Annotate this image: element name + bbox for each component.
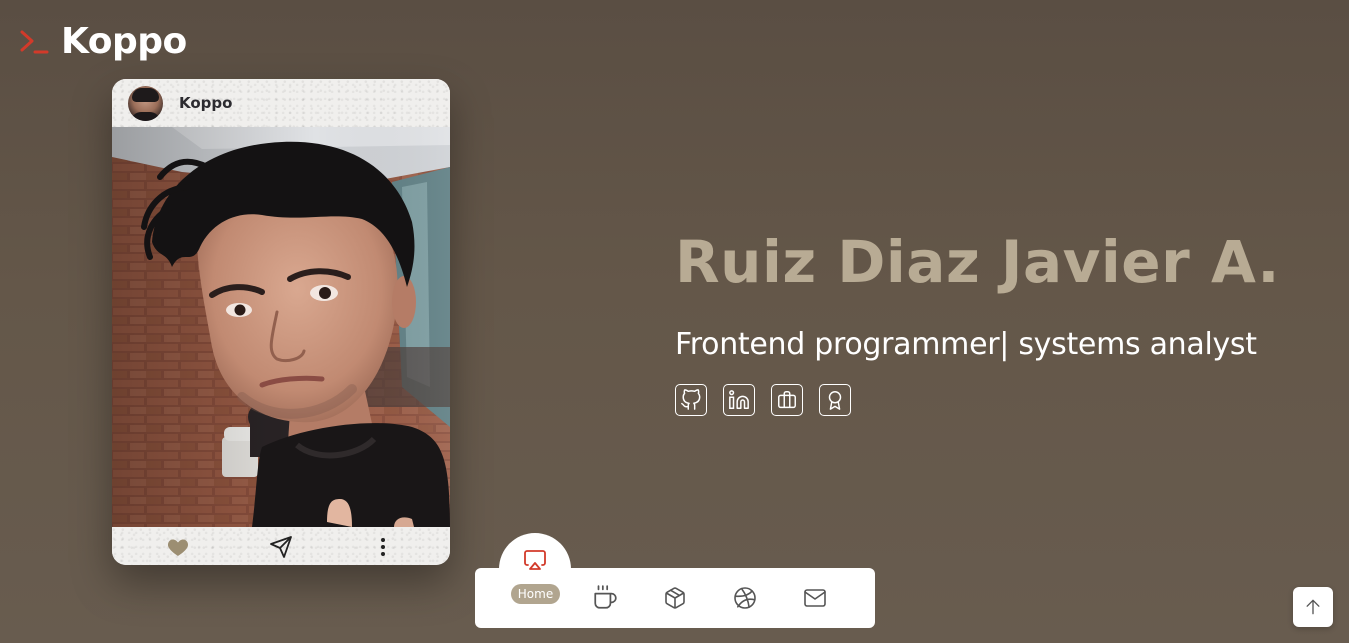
- coffee-icon: [594, 585, 617, 609]
- briefcase-icon: [778, 391, 796, 409]
- portfolio-link[interactable]: [771, 384, 803, 416]
- profile-card: Koppo: [112, 79, 450, 565]
- airplay-icon: [524, 550, 546, 570]
- package-icon: [665, 587, 685, 609]
- nav-projects[interactable]: [657, 580, 693, 616]
- nav-contact[interactable]: [797, 580, 833, 616]
- avatar[interactable]: [128, 85, 163, 121]
- scroll-top-button[interactable]: [1293, 587, 1333, 627]
- terminal-prompt-icon: [20, 30, 49, 54]
- linkedin-link[interactable]: [723, 384, 755, 416]
- certificates-link[interactable]: [819, 384, 851, 416]
- linkedin-icon: [729, 390, 749, 409]
- brand-name: Koppo: [61, 20, 187, 62]
- card-header: Koppo: [112, 79, 450, 127]
- heart-icon[interactable]: [164, 535, 192, 559]
- mail-icon: [804, 589, 826, 607]
- award-icon: [828, 391, 842, 410]
- hero-name: Ruiz Diaz Javier A.: [675, 228, 1280, 296]
- nav-home-label[interactable]: Home: [511, 584, 560, 604]
- nav-home[interactable]: [522, 548, 548, 572]
- dribbble-icon: [734, 587, 756, 609]
- profile-photo: [112, 127, 450, 527]
- more-vertical-icon[interactable]: [369, 535, 397, 559]
- github-link[interactable]: [675, 384, 707, 416]
- card-actions: [112, 527, 450, 565]
- brand[interactable]: Koppo: [19, 20, 187, 62]
- github-icon: [681, 389, 701, 410]
- send-icon[interactable]: [267, 535, 295, 559]
- card-username[interactable]: Koppo: [179, 94, 232, 112]
- social-links: [675, 384, 851, 416]
- nav-skills[interactable]: [727, 580, 763, 616]
- hero-role: Frontend programmer| systems analyst: [675, 327, 1257, 362]
- arrow-up-icon: [1306, 599, 1320, 615]
- nav-about[interactable]: [587, 580, 623, 616]
